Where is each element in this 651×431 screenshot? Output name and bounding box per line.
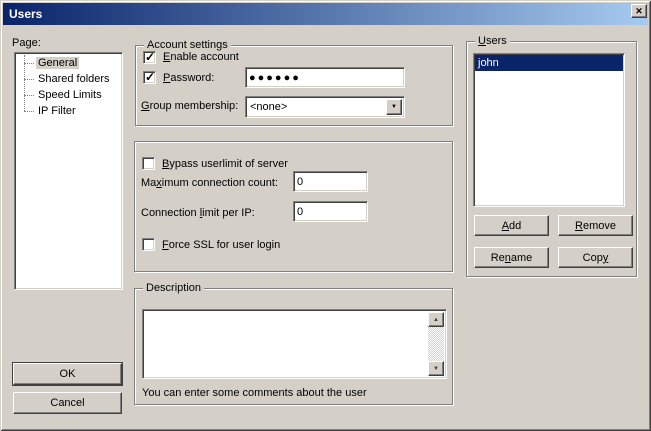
enable-account-checkbox[interactable] bbox=[143, 51, 156, 64]
description-hint: You can enter some comments about the us… bbox=[142, 387, 367, 399]
description-textarea[interactable]: ▲ ▼ bbox=[142, 309, 447, 379]
tree-item-shared-folders[interactable]: Shared folders bbox=[15, 71, 122, 87]
force-ssl-label: Force SSL for user login bbox=[162, 239, 280, 251]
rename-user-button[interactable]: Rename bbox=[474, 247, 549, 268]
page-tree[interactable]: General Shared folders Speed Limits IP F… bbox=[14, 52, 123, 290]
copy-user-button[interactable]: Copy bbox=[558, 247, 633, 268]
group-membership-value: <none> bbox=[250, 101, 287, 113]
users-listbox[interactable]: john bbox=[473, 53, 625, 207]
add-user-button[interactable]: Add bbox=[474, 215, 549, 236]
page-label: Page: bbox=[12, 37, 41, 49]
password-input[interactable] bbox=[245, 67, 405, 88]
password-label: Password: bbox=[163, 72, 214, 84]
connection-limit-ip-input[interactable] bbox=[293, 201, 368, 222]
description-scrollbar[interactable]: ▲ ▼ bbox=[428, 312, 444, 376]
close-icon[interactable]: ✕ bbox=[631, 4, 647, 18]
password-checkbox[interactable] bbox=[143, 71, 156, 84]
enable-account-label: Enable account bbox=[163, 51, 239, 63]
bypass-userlimit-checkbox[interactable] bbox=[142, 157, 155, 170]
account-settings-group-label: Account settings bbox=[144, 39, 231, 51]
group-membership-label: Group membership: bbox=[141, 100, 238, 112]
group-membership-dropdown[interactable]: <none> ▼ bbox=[245, 96, 405, 118]
connection-limit-ip-label: Connection limit per IP: bbox=[141, 207, 255, 219]
window-title: Users bbox=[3, 7, 42, 21]
max-connection-label: Maximum connection count: bbox=[141, 177, 278, 189]
users-dialog: Users ✕ Page: General Shared folders Spe… bbox=[0, 0, 651, 431]
user-list-item[interactable]: john bbox=[475, 55, 623, 71]
force-ssl-checkbox[interactable] bbox=[142, 238, 155, 251]
scroll-up-icon[interactable]: ▲ bbox=[428, 312, 444, 327]
ok-button[interactable]: OK bbox=[13, 363, 122, 385]
description-text[interactable] bbox=[145, 312, 427, 376]
chevron-down-icon[interactable]: ▼ bbox=[386, 99, 402, 115]
remove-user-button[interactable]: Remove bbox=[558, 215, 633, 236]
tree-item-speed-limits[interactable]: Speed Limits bbox=[15, 87, 122, 103]
description-group-label: Description bbox=[143, 282, 204, 294]
cancel-button[interactable]: Cancel bbox=[13, 392, 122, 414]
scroll-down-icon[interactable]: ▼ bbox=[428, 361, 444, 376]
tree-item-general[interactable]: General bbox=[15, 55, 122, 71]
title-bar[interactable]: Users bbox=[3, 3, 648, 25]
bypass-userlimit-label: Bypass userlimit of server bbox=[162, 158, 288, 170]
tree-item-ip-filter[interactable]: IP Filter bbox=[15, 103, 122, 119]
users-group-label: Users bbox=[475, 35, 510, 47]
max-connection-input[interactable] bbox=[293, 171, 368, 192]
